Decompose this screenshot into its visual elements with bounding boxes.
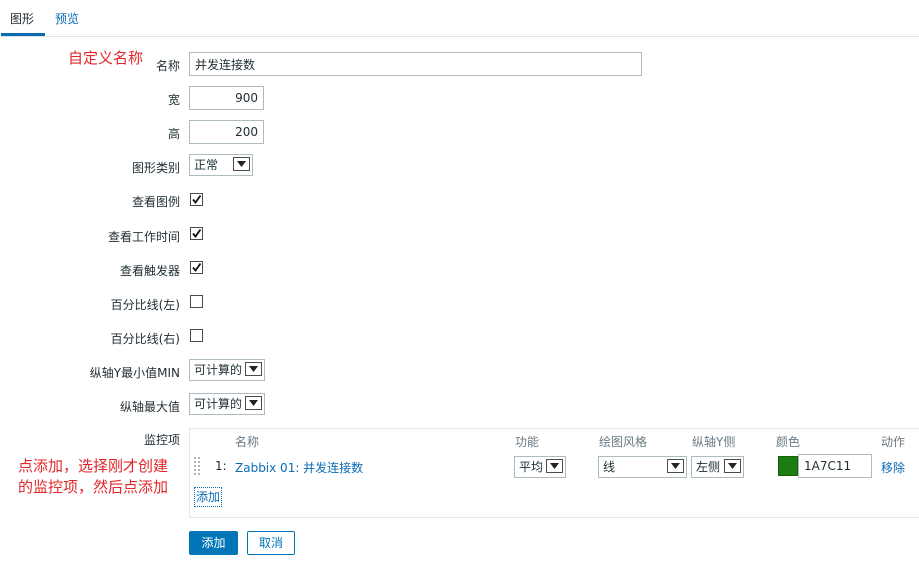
name-input[interactable]: [189, 52, 642, 76]
height-input[interactable]: [189, 120, 264, 144]
chevron-down-icon: [245, 362, 262, 376]
add-item-link[interactable]: 添加: [194, 487, 222, 507]
chevron-down-icon: [245, 396, 262, 410]
col-header-color: 颜色: [776, 435, 801, 449]
chevron-down-icon: [546, 459, 563, 473]
add-button[interactable]: 添加: [189, 531, 238, 555]
width-label: 宽: [167, 93, 180, 107]
col-header-y-axis-side: 纵轴Y侧: [692, 435, 736, 449]
active-tab-indicator: [1, 33, 45, 36]
show-legend-checkbox[interactable]: [190, 193, 203, 206]
name-label: 名称: [155, 59, 180, 73]
item-color-input[interactable]: [798, 454, 872, 478]
y-max-value: 可计算的: [194, 397, 243, 411]
tab-graph[interactable]: 图形: [10, 10, 34, 27]
y-min-select[interactable]: 可计算的: [189, 359, 265, 381]
chevron-down-icon: [233, 157, 250, 171]
percentile-right-label: 百分比线(右): [110, 332, 180, 346]
checkmark-icon: [192, 194, 202, 204]
y-max-label: 纵轴最大值: [119, 400, 180, 414]
cancel-button[interactable]: 取消: [247, 531, 295, 555]
height-label: 高: [167, 127, 180, 141]
item-row-name-link[interactable]: Zabbix 01: 并发连接数: [235, 459, 363, 476]
tab-preview[interactable]: 预览: [55, 10, 79, 27]
graph-type-value: 正常: [194, 158, 219, 172]
show-triggers-checkbox[interactable]: [190, 261, 203, 274]
show-worktime-label: 查看工作时间: [107, 230, 180, 244]
item-row-index: 1:: [215, 459, 227, 473]
item-draw-style-value: 线: [603, 460, 616, 474]
graph-type-select[interactable]: 正常: [189, 154, 253, 176]
show-legend-label: 查看图例: [131, 195, 180, 209]
col-header-function: 功能: [515, 435, 540, 449]
item-y-axis-side-value: 左侧: [696, 460, 721, 474]
percentile-right-checkbox[interactable]: [190, 329, 203, 342]
item-y-axis-side-select[interactable]: 左侧: [691, 456, 744, 478]
item-function-value: 平均: [519, 460, 544, 474]
drag-handle-icon[interactable]: [194, 456, 202, 476]
item-draw-style-select[interactable]: 线: [598, 456, 687, 478]
col-header-draw-style: 绘图风格: [599, 435, 648, 449]
checkmark-icon: [192, 228, 202, 238]
show-triggers-label: 查看触发器: [119, 264, 180, 278]
col-header-name: 名称: [235, 435, 260, 449]
chevron-down-icon: [667, 459, 684, 473]
y-min-label: 纵轴Y最小值MIN: [89, 366, 180, 380]
y-max-select[interactable]: 可计算的: [189, 393, 265, 415]
tab-bar: 图形 预览: [0, 0, 919, 37]
item-function-select[interactable]: 平均: [514, 456, 566, 478]
graph-type-label: 图形类别: [131, 161, 180, 175]
annotation-items-line2: 的监控项，然后点添加: [18, 478, 169, 496]
percentile-left-label: 百分比线(左): [110, 298, 180, 312]
show-worktime-checkbox[interactable]: [190, 227, 203, 240]
item-remove-link[interactable]: 移除: [881, 459, 905, 476]
items-label: 监控项: [143, 433, 180, 447]
annotation-items-line1: 点添加，选择刚才创建: [18, 457, 169, 475]
y-min-value: 可计算的: [194, 363, 243, 377]
col-header-action: 动作: [881, 435, 906, 449]
checkmark-icon: [192, 262, 202, 272]
percentile-left-checkbox[interactable]: [190, 295, 203, 308]
chevron-down-icon: [724, 459, 741, 473]
color-swatch[interactable]: [778, 456, 798, 476]
width-input[interactable]: [189, 86, 264, 110]
